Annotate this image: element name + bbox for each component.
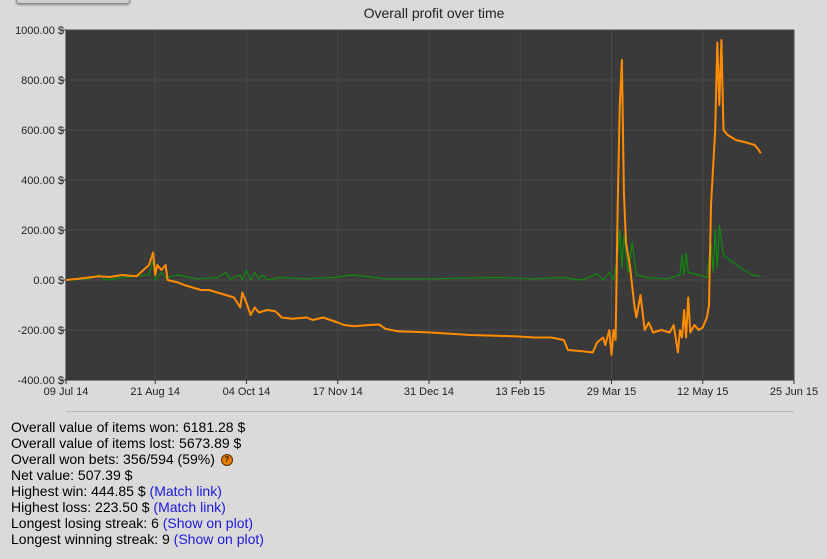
divider (66, 411, 794, 412)
highest-win-match-link[interactable]: (Match link) (150, 483, 222, 499)
losing-streak-text: Longest losing streak: 6 (11, 515, 159, 531)
winning-streak-line: Longest winning streak: 9 (Show on plot) (11, 531, 264, 547)
x-tick-label: 25 Jun 15 (770, 386, 818, 398)
stats-panel: Overall value of items won: 6181.28 $ Ov… (11, 419, 264, 547)
y-tick-label: 800.00 $ (21, 75, 64, 87)
x-tick-label: 21 Aug 14 (130, 386, 180, 398)
highest-loss-line: Highest loss: 223.50 $ (Match link) (11, 499, 264, 515)
won-bets-text: Overall won bets: 356/594 (59%) (11, 451, 215, 467)
highest-win-line: Highest win: 444.85 $ (Match link) (11, 483, 264, 499)
x-tick-label: 09 Jul 14 (44, 386, 89, 398)
items-won-text: Overall value of items won: 6181.28 $ (11, 419, 246, 435)
y-tick-label: 0.00 $ (33, 275, 64, 287)
profit-chart: Overall profit over time 1000.00 $ 800.00 … (0, 0, 827, 400)
chart-title: Overall profit over time (364, 5, 505, 21)
y-tick-label: 600.00 $ (21, 125, 64, 137)
help-icon[interactable]: ? (220, 454, 233, 467)
x-tick-label: 31 Dec 14 (404, 386, 454, 398)
x-tick-label: 12 May 15 (677, 386, 728, 398)
highest-loss-match-link[interactable]: (Match link) (153, 499, 225, 515)
losing-streak-line: Longest losing streak: 6 (Show on plot) (11, 515, 264, 531)
net-value-text: Net value: 507.39 $ (11, 467, 133, 483)
net-value-line: Net value: 507.39 $ (11, 467, 264, 483)
won-bets-line: Overall won bets: 356/594 (59%) ? (11, 451, 264, 467)
highest-loss-text: Highest loss: 223.50 $ (11, 499, 150, 515)
losing-streak-show-link[interactable]: (Show on plot) (163, 515, 253, 531)
items-lost-line: Overall value of items lost: 5673.89 $ (11, 435, 264, 451)
profit-chart-svg: Overall profit over time 1000.00 $ 800.00 … (15, 5, 818, 398)
winning-streak-text: Longest winning streak: 9 (11, 531, 170, 547)
items-lost-text: Overall value of items lost: 5673.89 $ (11, 435, 242, 451)
y-tick-label: 1000.00 $ (15, 25, 64, 37)
x-tick-label: 17 Nov 14 (313, 386, 363, 398)
y-tick-label: 200.00 $ (21, 225, 64, 237)
items-won-line: Overall value of items won: 6181.28 $ (11, 419, 264, 435)
x-tick-label: 13 Feb 15 (495, 386, 545, 398)
y-tick-label: -200.00 $ (18, 325, 64, 337)
x-tick-label: 04 Oct 14 (223, 386, 271, 398)
winning-streak-show-link[interactable]: (Show on plot) (174, 531, 264, 547)
y-tick-label: 400.00 $ (21, 175, 64, 187)
x-tick-label: 29 Mar 15 (587, 386, 637, 398)
highest-win-text: Highest win: 444.85 $ (11, 483, 146, 499)
